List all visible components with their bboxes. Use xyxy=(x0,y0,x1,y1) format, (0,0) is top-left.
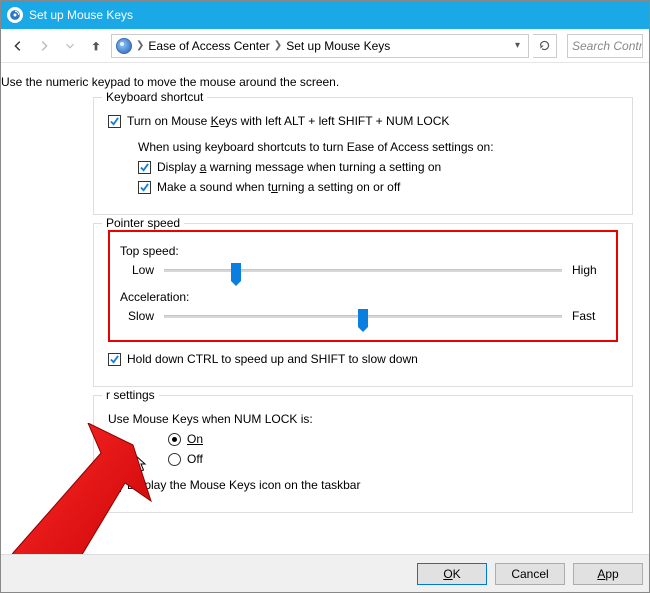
display-warning-label: Display a warning message when turning a… xyxy=(157,160,441,174)
display-warning-checkbox[interactable] xyxy=(138,161,151,174)
forward-button[interactable] xyxy=(33,35,55,57)
hold-ctrl-row: Hold down CTRL to speed up and SHIFT to … xyxy=(108,352,618,366)
shortcut-note: When using keyboard shortcuts to turn Ea… xyxy=(138,140,618,154)
window-title: Set up Mouse Keys xyxy=(29,8,133,22)
group-legend: r settings xyxy=(102,388,159,402)
numlock-off-radio[interactable] xyxy=(168,453,181,466)
turn-on-mouse-keys-label: Turn on Mouse Keys with left ALT + left … xyxy=(127,114,449,128)
slider-low-label: Low xyxy=(120,263,164,277)
taskbar-icon-row: Display the Mouse Keys icon on the taskb… xyxy=(108,478,618,492)
turn-on-mouse-keys-row: Turn on Mouse Keys with left ALT + left … xyxy=(108,114,618,128)
taskbar-icon-checkbox[interactable] xyxy=(108,479,121,492)
group-legend: Pointer speed xyxy=(102,216,184,230)
chevron-icon: ❯ xyxy=(274,40,282,51)
search-placeholder: Search Contr xyxy=(572,39,643,53)
apply-button[interactable]: App xyxy=(573,563,643,585)
top-speed-slider[interactable] xyxy=(164,262,562,278)
hold-ctrl-label: Hold down CTRL to speed up and SHIFT to … xyxy=(127,352,418,366)
top-speed-slider-row: Low High xyxy=(120,262,606,278)
back-button[interactable] xyxy=(7,35,29,57)
refresh-button[interactable] xyxy=(533,34,557,58)
control-panel-icon xyxy=(116,38,132,54)
slider-fast-label: Fast xyxy=(562,309,606,323)
recent-dropdown[interactable] xyxy=(59,35,81,57)
numlock-on-radio[interactable] xyxy=(168,433,181,446)
app-icon xyxy=(7,7,23,23)
numlock-off-label: Off xyxy=(187,452,203,466)
address-dropdown[interactable]: ▾ xyxy=(511,40,524,51)
up-button[interactable] xyxy=(85,35,107,57)
turn-on-mouse-keys-checkbox[interactable] xyxy=(108,115,121,128)
numlock-on-label: On xyxy=(187,432,203,446)
taskbar-icon-label: Display the Mouse Keys icon on the taskb… xyxy=(127,478,360,492)
slider-high-label: High xyxy=(562,263,606,277)
numlock-off-row: Off xyxy=(168,452,618,466)
top-speed-label: Top speed: xyxy=(120,244,606,258)
content-area: Use the numeric keypad to move the mouse… xyxy=(1,63,649,554)
chevron-icon: ❯ xyxy=(136,40,144,51)
titlebar: Set up Mouse Keys xyxy=(1,1,649,29)
keyboard-shortcut-group: Keyboard shortcut Turn on Mouse Keys wit… xyxy=(93,97,633,215)
hold-ctrl-checkbox[interactable] xyxy=(108,353,121,366)
address-bar[interactable]: ❯ Ease of Access Center ❯ Set up Mouse K… xyxy=(111,34,529,58)
numlock-on-row: On xyxy=(168,432,618,446)
slider-thumb[interactable] xyxy=(231,263,241,281)
acceleration-slider-row: Slow Fast xyxy=(120,308,606,324)
make-sound-label: Make a sound when turning a setting on o… xyxy=(157,180,400,194)
slider-thumb[interactable] xyxy=(358,309,368,327)
make-sound-checkbox[interactable] xyxy=(138,181,151,194)
acceleration-label: Acceleration: xyxy=(120,290,606,304)
make-sound-row: Make a sound when turning a setting on o… xyxy=(138,180,618,194)
highlight-box: Top speed: Low High Acceleration: Slow F… xyxy=(108,230,618,342)
acceleration-slider[interactable] xyxy=(164,308,562,324)
pointer-speed-group: Pointer speed Top speed: Low High Accele… xyxy=(93,223,633,387)
intro-text: Use the numeric keypad to move the mouse… xyxy=(1,75,649,89)
cancel-button[interactable]: Cancel xyxy=(495,563,565,585)
other-settings-group: r settings Use Mouse Keys when NUM LOCK … xyxy=(93,395,633,513)
numlock-label: Use Mouse Keys when NUM LOCK is: xyxy=(108,412,618,426)
ok-button[interactable]: OK xyxy=(417,563,487,585)
breadcrumb-item[interactable]: Ease of Access Center xyxy=(148,39,269,53)
display-warning-row: Display a warning message when turning a… xyxy=(138,160,618,174)
slider-slow-label: Slow xyxy=(120,309,164,323)
search-input[interactable]: Search Contr xyxy=(567,34,643,58)
group-legend: Keyboard shortcut xyxy=(102,90,207,104)
button-bar: OK Cancel App xyxy=(1,554,649,592)
navbar: ❯ Ease of Access Center ❯ Set up Mouse K… xyxy=(1,29,649,63)
breadcrumb-item[interactable]: Set up Mouse Keys xyxy=(286,39,390,53)
